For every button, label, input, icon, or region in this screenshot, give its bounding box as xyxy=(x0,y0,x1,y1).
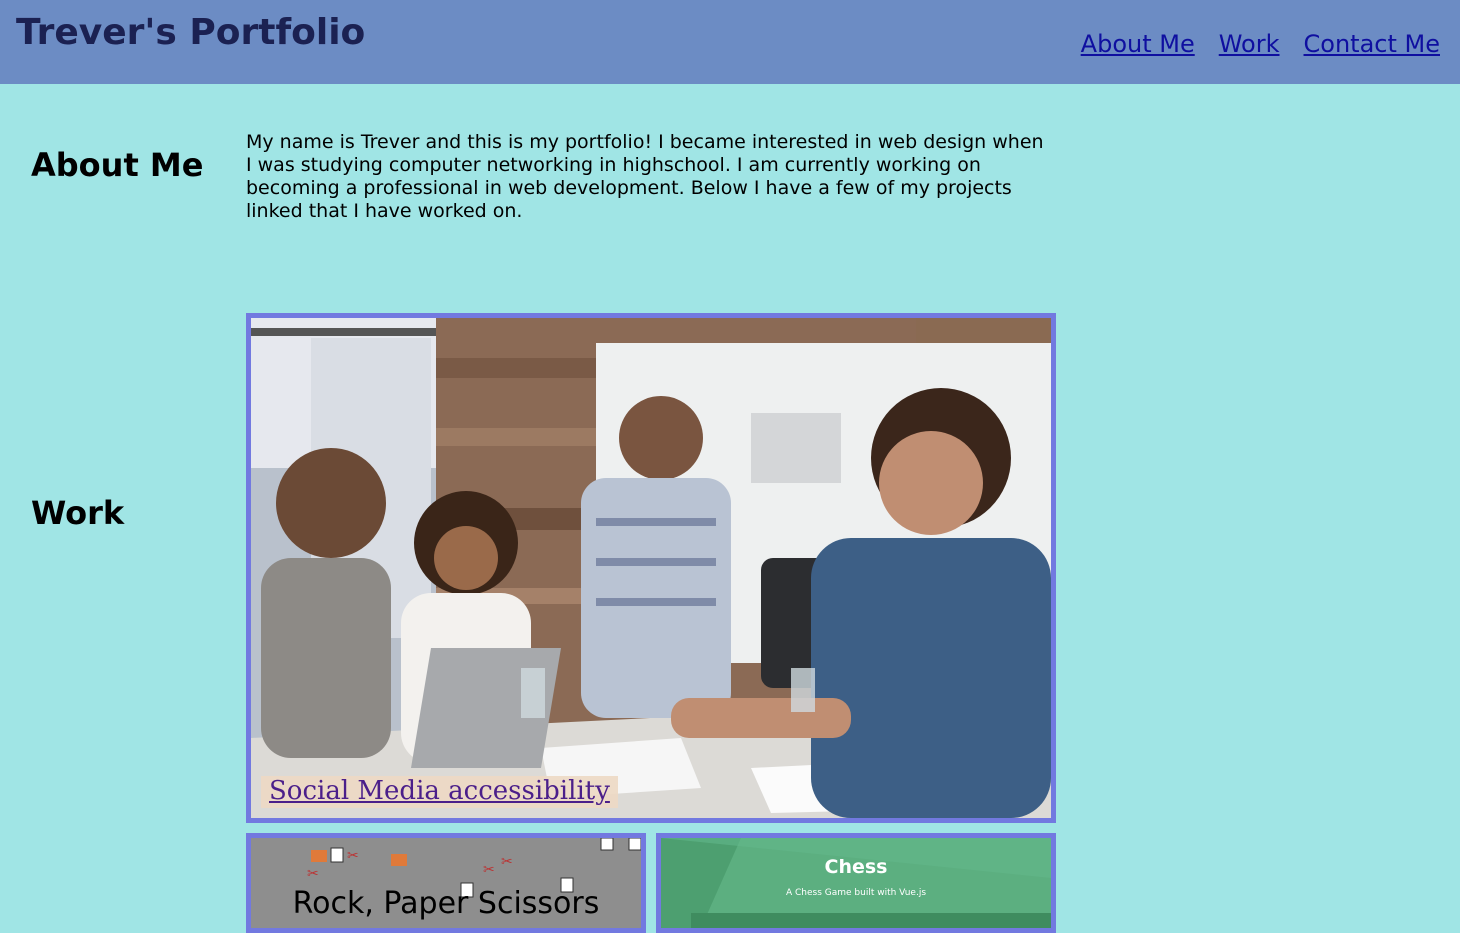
nav-link-contact[interactable]: Contact Me xyxy=(1304,30,1440,58)
site-header: Trever's Portfolio About Me Work Contact… xyxy=(0,0,1460,84)
about-paragraph: My name is Trever and this is my portfol… xyxy=(246,131,1044,222)
svg-text:✂: ✂ xyxy=(307,866,319,882)
rps-project-title: Rock, Paper Scissors xyxy=(292,886,600,921)
nav-link-work[interactable]: Work xyxy=(1219,30,1280,58)
about-heading: About Me xyxy=(31,146,204,184)
chess-project-title: Chess xyxy=(824,856,888,878)
svg-text:✂: ✂ xyxy=(483,862,495,878)
chess-card-background xyxy=(661,838,1051,928)
project-card-social-media[interactable]: Social Media accessibility xyxy=(246,313,1056,823)
team-meeting-photo xyxy=(251,318,1051,818)
project-card-rock-paper-scissors[interactable]: ✂ ✂ ✂ ✂ Rock, Paper Scissors xyxy=(246,833,646,933)
svg-text:✂: ✂ xyxy=(501,854,513,870)
work-heading: Work xyxy=(31,494,125,532)
project-card-chess[interactable]: Chess A Chess Game built with Vue.js xyxy=(656,833,1056,933)
svg-text:✂: ✂ xyxy=(347,848,359,864)
main-nav: About Me Work Contact Me xyxy=(1081,30,1440,58)
nav-link-about[interactable]: About Me xyxy=(1081,30,1195,58)
social-media-project-link[interactable]: Social Media accessibility xyxy=(261,776,618,808)
site-title: Trever's Portfolio xyxy=(16,12,366,53)
chess-project-subtitle: A Chess Game built with Vue.js xyxy=(785,888,927,898)
